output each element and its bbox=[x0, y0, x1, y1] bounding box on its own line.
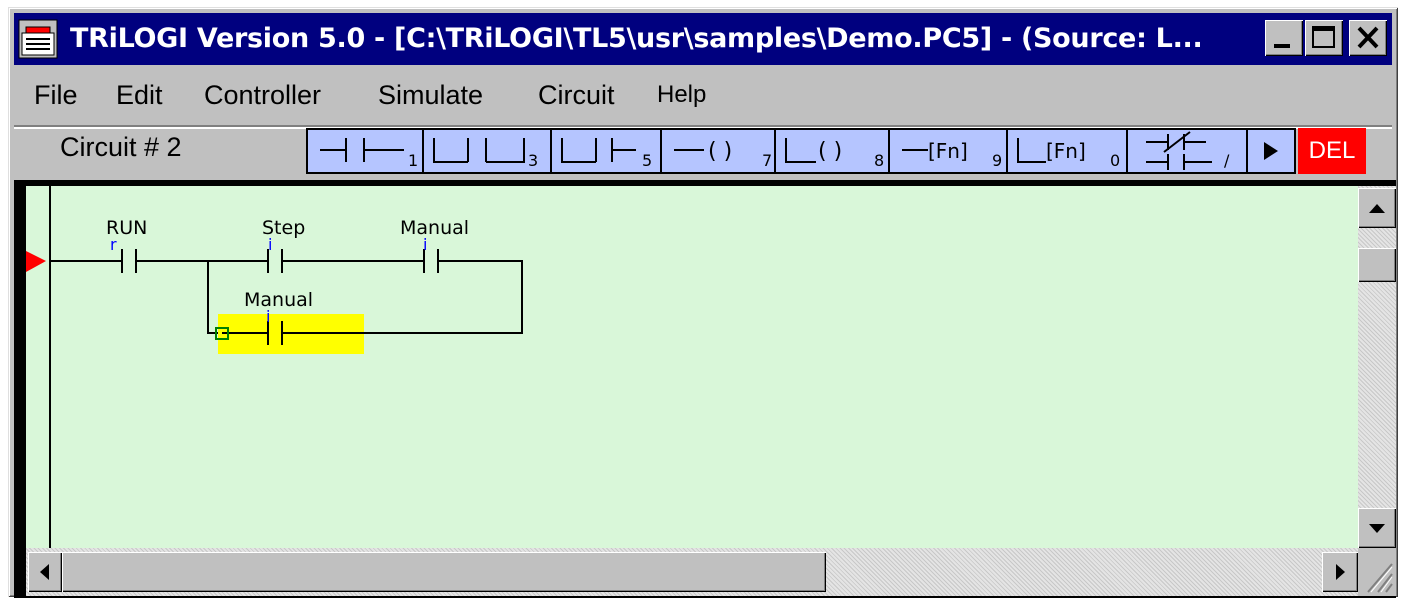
key-label: 3 bbox=[528, 151, 538, 170]
key-label: / bbox=[1224, 151, 1230, 170]
arrow-up-icon bbox=[1369, 204, 1385, 213]
menu-file[interactable]: File bbox=[34, 69, 78, 121]
contact-label-manual[interactable]: Manual bbox=[400, 217, 469, 239]
window-title: TRiLOGI Version 5.0 - [C:\TRiLOGI\TL5\us… bbox=[70, 23, 1203, 54]
contact-label-manual-branch[interactable]: Manual bbox=[244, 289, 313, 311]
contact-parallel-button[interactable]: 3 bbox=[422, 128, 552, 174]
svg-text:( ): ( ) bbox=[818, 139, 842, 164]
horizontal-scrollbar[interactable] bbox=[26, 548, 1358, 596]
function-button[interactable]: [Fn] 9 bbox=[888, 128, 1008, 174]
play-icon bbox=[1264, 142, 1278, 160]
contact-series-icon: 1 bbox=[320, 138, 418, 170]
horizontal-scroll-thumb[interactable] bbox=[62, 552, 826, 592]
arrow-down-icon bbox=[1369, 524, 1385, 533]
menu-controller[interactable]: Controller bbox=[204, 69, 321, 121]
minimize-icon bbox=[1274, 44, 1290, 48]
function-parallel-button[interactable]: [Fn] 0 bbox=[1006, 128, 1128, 174]
ladder-canvas[interactable]: RUN r Step i Manual i Manual i bbox=[26, 186, 1358, 548]
arrow-right-icon bbox=[1336, 564, 1345, 580]
coil-parallel-button[interactable]: ( ) 8 bbox=[774, 128, 890, 174]
contact-type-run: r bbox=[110, 235, 117, 254]
arrow-left-icon bbox=[40, 564, 49, 580]
toggle-contact-button[interactable]: / bbox=[1126, 128, 1248, 174]
menu-edit[interactable]: Edit bbox=[116, 69, 163, 121]
key-label: 7 bbox=[762, 151, 772, 170]
scroll-right-button[interactable] bbox=[1322, 552, 1358, 592]
coil-button[interactable]: ( ) 7 bbox=[660, 128, 776, 174]
scroll-down-button[interactable] bbox=[1358, 508, 1396, 548]
scroll-left-button[interactable] bbox=[28, 552, 62, 592]
contact-branch-icon: 5 bbox=[561, 138, 652, 170]
key-label: 0 bbox=[1110, 151, 1120, 170]
menu-bar: File Edit Controller Simulate Circuit He… bbox=[14, 69, 1392, 121]
key-label: 8 bbox=[874, 151, 884, 170]
title-bar[interactable]: TRiLOGI Version 5.0 - [C:\TRiLOGI\TL5\us… bbox=[14, 13, 1392, 65]
resize-grip[interactable] bbox=[1358, 548, 1396, 596]
resize-grip-icon bbox=[1367, 563, 1393, 593]
contact-branch-button[interactable]: 5 bbox=[550, 128, 662, 174]
toggle-contact-icon: / bbox=[1146, 131, 1230, 170]
app-icon[interactable] bbox=[18, 19, 58, 59]
minimize-button[interactable] bbox=[1265, 20, 1303, 56]
function-label: [Fn] bbox=[1046, 139, 1086, 163]
maximize-button[interactable] bbox=[1305, 20, 1343, 56]
close-button[interactable] bbox=[1349, 20, 1387, 56]
menu-simulate[interactable]: Simulate bbox=[378, 69, 483, 121]
function-icon: [Fn] 9 bbox=[902, 139, 1002, 170]
circuit-number-label: Circuit # 2 bbox=[60, 132, 182, 162]
coil-icon: ( ) 7 bbox=[674, 139, 772, 170]
delete-button[interactable]: DEL bbox=[1298, 128, 1366, 174]
play-button[interactable] bbox=[1246, 128, 1296, 174]
ladder-toolbar: 1 3 5 ( ) 7 ( ) 8 [Fn] 9 [Fn] 0 / bbox=[306, 128, 1367, 174]
vertical-scrollbar[interactable] bbox=[1358, 186, 1396, 548]
ladder-diagram: RUN r Step i Manual i Manual i bbox=[26, 186, 523, 548]
svg-text:( ): ( ) bbox=[708, 139, 732, 164]
key-label: 5 bbox=[642, 151, 652, 170]
close-icon bbox=[1357, 26, 1379, 49]
contact-series-button[interactable]: 1 bbox=[306, 128, 424, 174]
key-label: 9 bbox=[992, 151, 1002, 170]
function-label: [Fn] bbox=[928, 139, 968, 163]
contact-type-manual-branch: i bbox=[266, 307, 270, 326]
menu-help[interactable]: Help bbox=[657, 69, 706, 121]
maximize-icon bbox=[1312, 26, 1335, 48]
rung-marker-icon bbox=[26, 251, 46, 272]
key-label: 1 bbox=[408, 151, 418, 170]
vertical-scroll-thumb[interactable] bbox=[1358, 248, 1396, 282]
contact-type-step: i bbox=[268, 235, 272, 254]
coil-parallel-icon: ( ) 8 bbox=[785, 138, 884, 170]
contact-type-manual: i bbox=[423, 235, 427, 254]
function-parallel-icon: [Fn] 0 bbox=[1017, 138, 1120, 170]
menu-circuit[interactable]: Circuit bbox=[538, 69, 615, 121]
scroll-up-button[interactable] bbox=[1358, 188, 1396, 228]
contact-parallel-icon: 3 bbox=[433, 138, 538, 170]
